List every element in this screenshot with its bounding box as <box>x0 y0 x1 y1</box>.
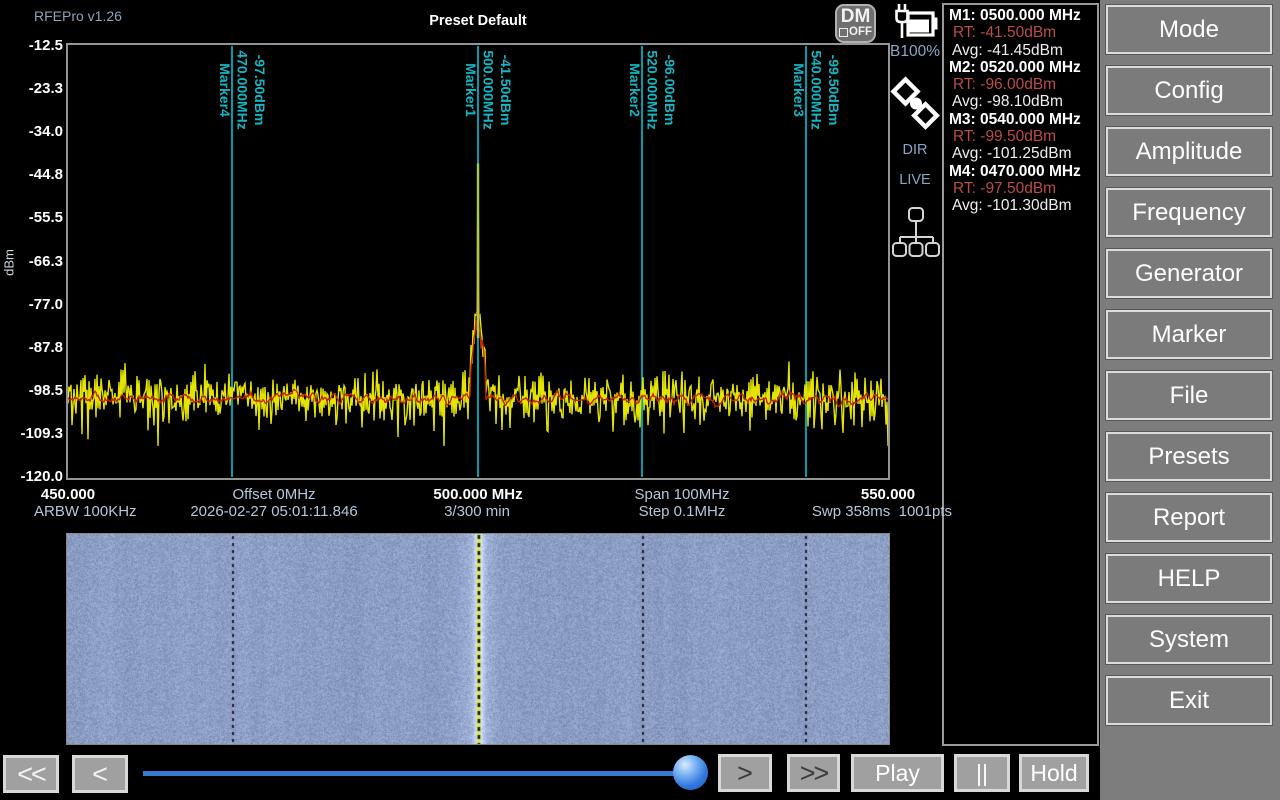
svg-text:Marker1: Marker1 <box>463 63 479 117</box>
svg-text:Marker2: Marker2 <box>627 63 643 117</box>
svg-text:520.000MHz: 520.000MHz <box>645 50 661 129</box>
svg-text:Marker3: Marker3 <box>791 63 807 117</box>
svg-text:-97.50dBm: -97.50dBm <box>252 55 268 126</box>
svg-text:-41.50dBm: -41.50dBm <box>498 55 514 126</box>
svg-text:470.000MHz: 470.000MHz <box>235 50 251 129</box>
svg-text:540.000MHz: 540.000MHz <box>809 50 825 129</box>
svg-text:500.000MHz: 500.000MHz <box>481 50 497 129</box>
svg-text:Marker4: Marker4 <box>217 63 233 117</box>
svg-text:-96.00dBm: -96.00dBm <box>662 55 678 126</box>
svg-text:-99.50dBm: -99.50dBm <box>826 55 842 126</box>
